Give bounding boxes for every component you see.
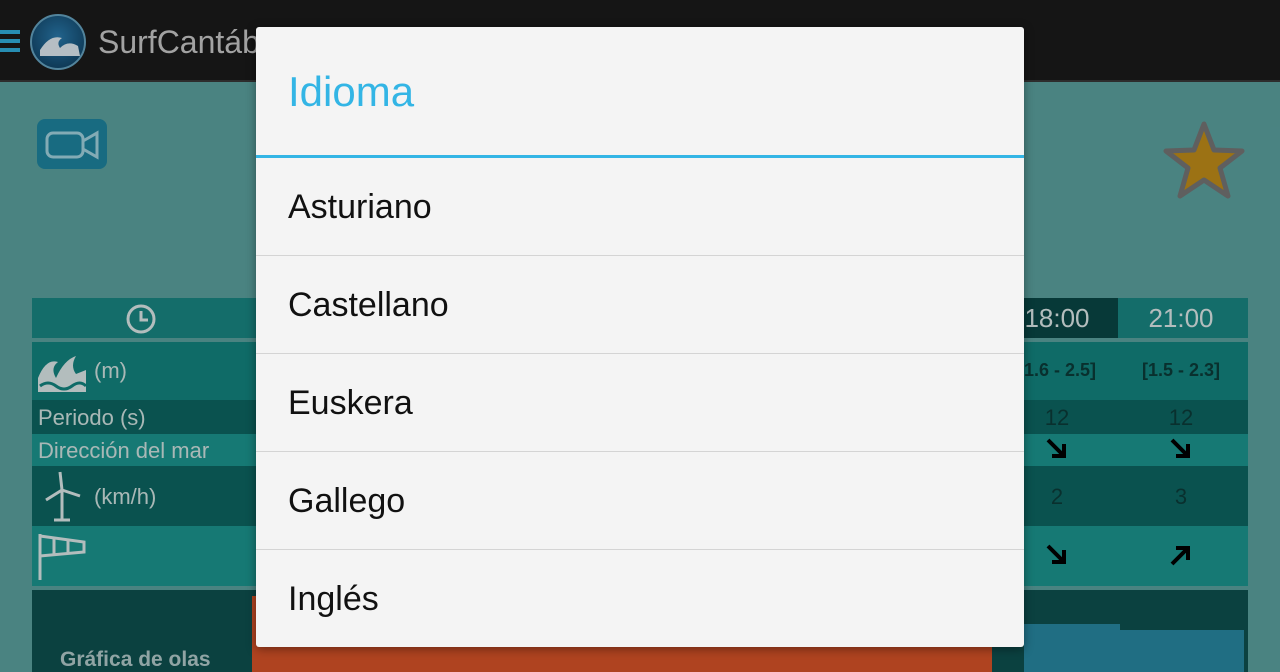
language-option-label: Gallego <box>288 482 406 520</box>
language-option-euskera[interactable]: Euskera <box>256 354 1024 452</box>
language-option-label: Asturiano <box>288 188 432 226</box>
language-option-label: Euskera <box>288 384 413 422</box>
language-option-label: Inglés <box>288 580 379 618</box>
language-option-asturiano[interactable]: Asturiano <box>256 158 1024 256</box>
language-option-gallego[interactable]: Gallego <box>256 452 1024 550</box>
dialog-title: Idioma <box>288 68 415 115</box>
language-dialog: Idioma Asturiano Castellano Euskera Gall… <box>256 27 1024 647</box>
language-option-ingles[interactable]: Inglés <box>256 550 1024 647</box>
language-option-label: Castellano <box>288 286 449 324</box>
language-options-list: Asturiano Castellano Euskera Gallego Ing… <box>256 158 1024 647</box>
language-option-castellano[interactable]: Castellano <box>256 256 1024 354</box>
